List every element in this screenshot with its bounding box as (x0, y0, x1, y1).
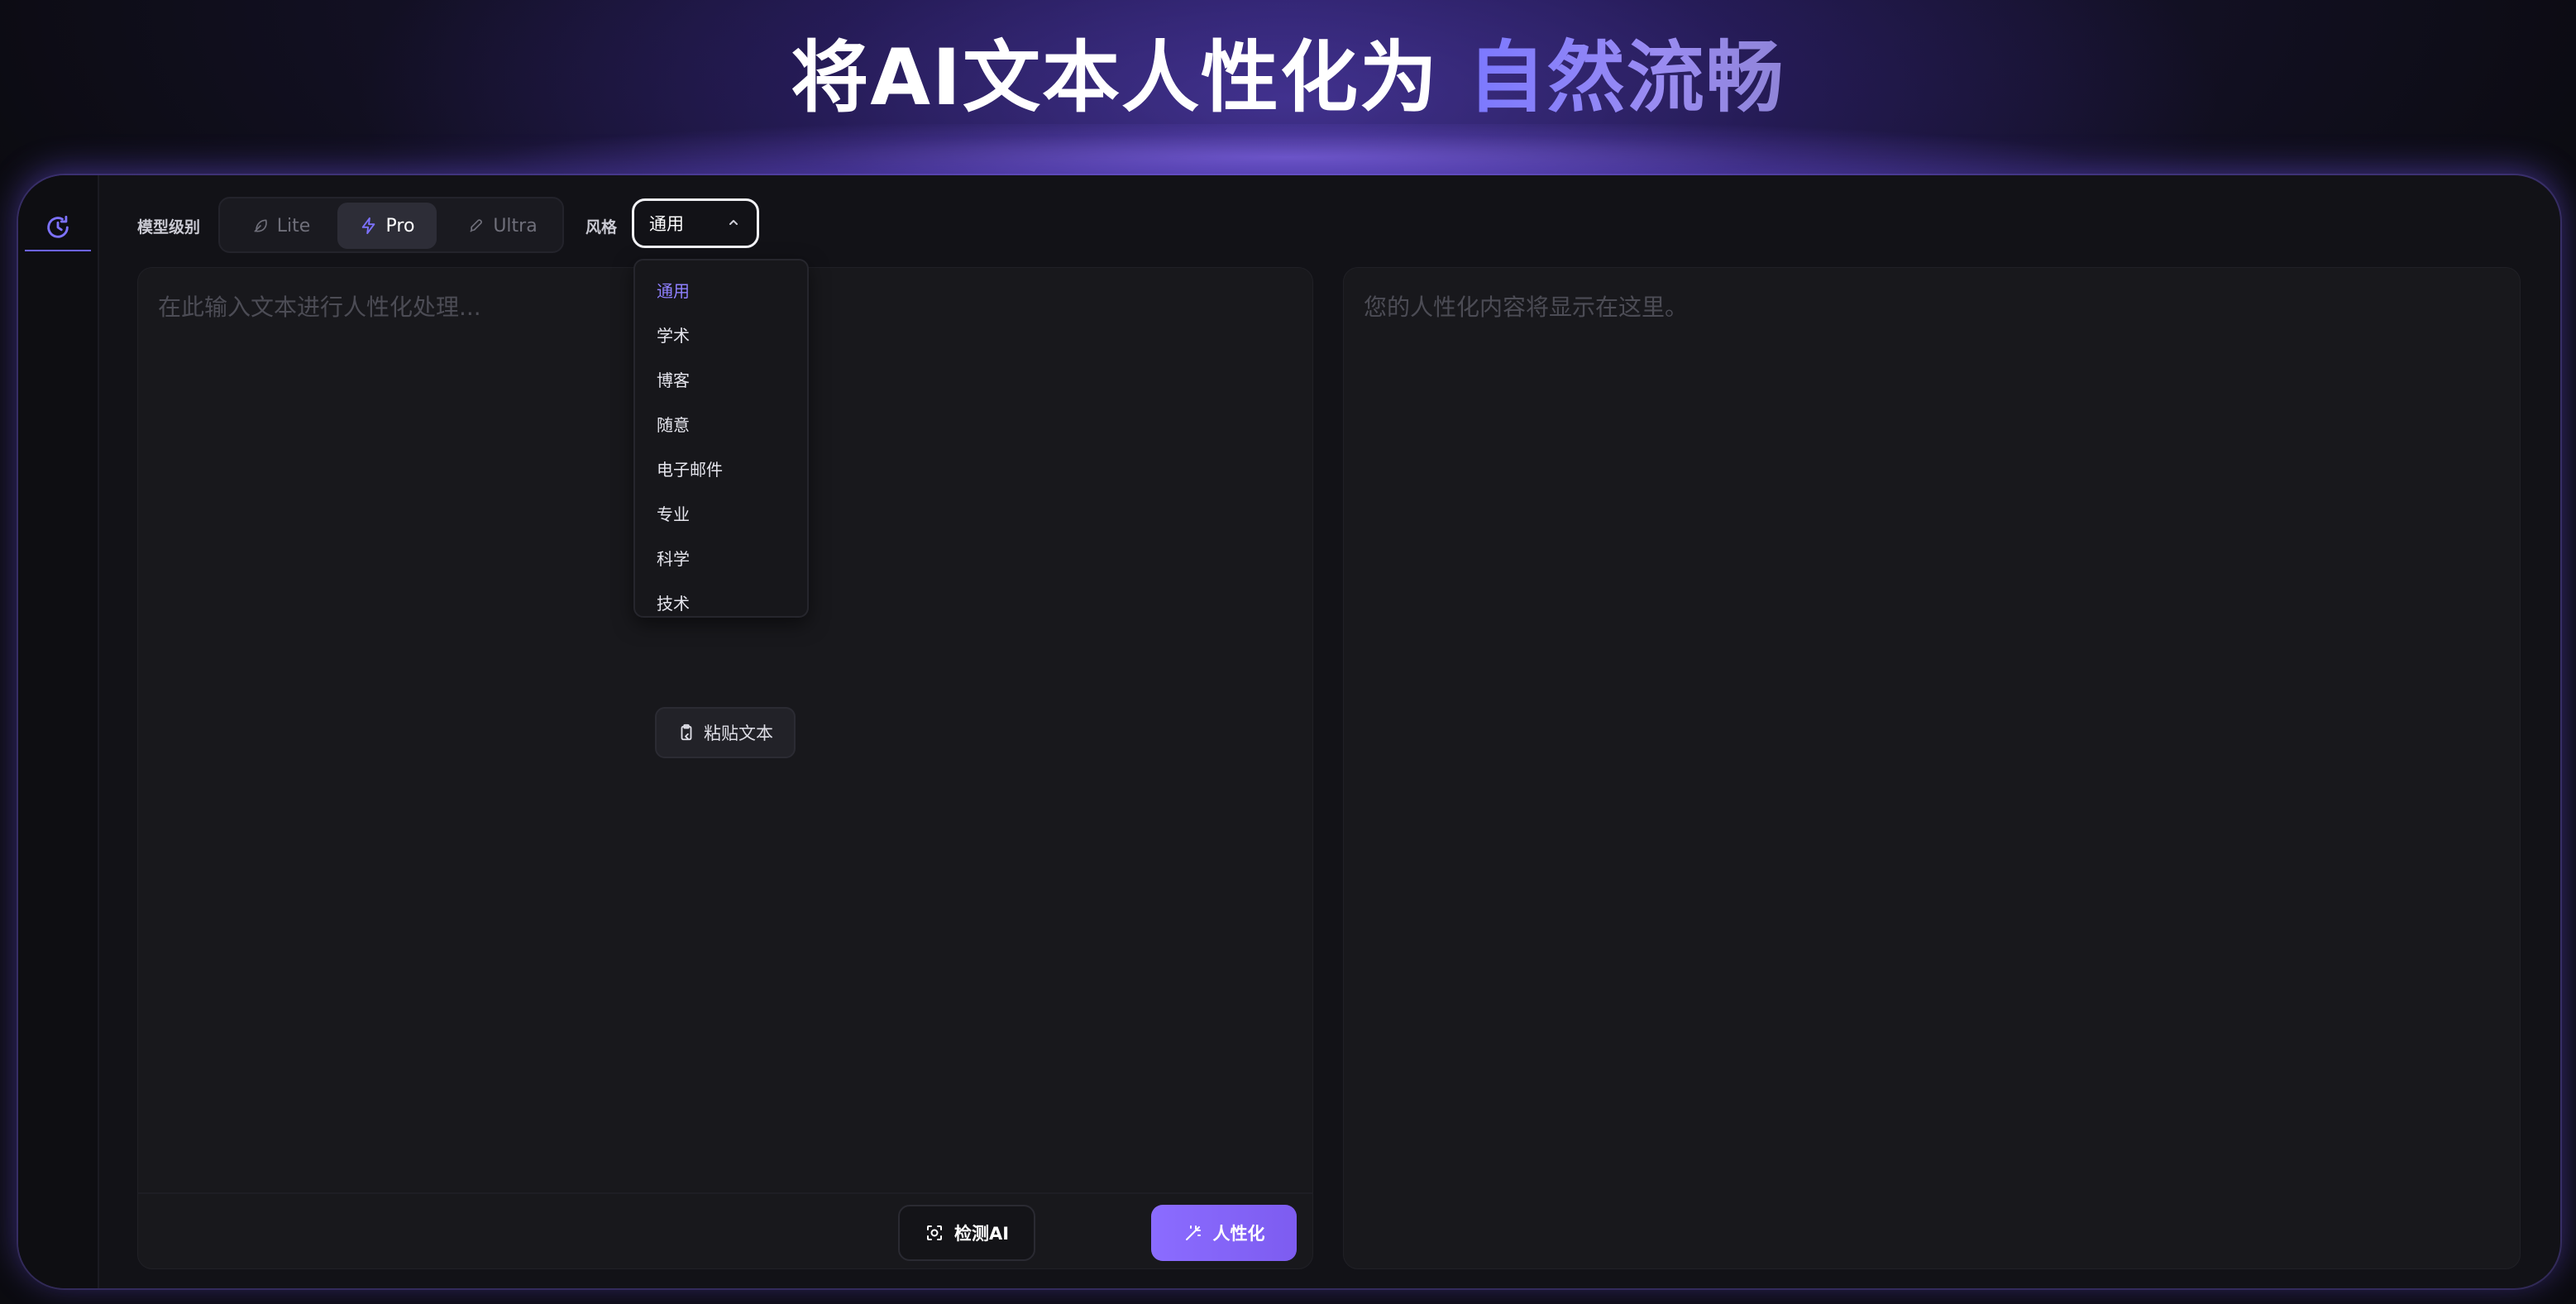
model-level-label: 模型级别 (137, 218, 201, 236)
style-select[interactable]: 通用 (632, 198, 759, 248)
page-title-accent: 自然流畅 (1467, 33, 1785, 123)
lightning-icon (361, 217, 375, 235)
tier-lite-label: Lite (276, 215, 311, 236)
style-option-blog[interactable]: 博客 (635, 356, 807, 401)
humanize-label: 人性化 (1212, 1224, 1265, 1244)
style-option-academic[interactable]: 学术 (635, 312, 807, 356)
humanize-button[interactable]: 人性化 (1151, 1205, 1297, 1261)
page-title: 将AI文本人性化为 自然流畅 (0, 15, 2576, 127)
magic-wand-icon (1185, 1225, 1201, 1240)
style-option-scientific[interactable]: 科学 (635, 535, 807, 580)
tier-ultra-button[interactable]: Ultra (450, 203, 556, 249)
style-option-professional[interactable]: 专业 (635, 490, 807, 535)
output-panel: 您的人性化内容将显示在这里。 (1343, 267, 2521, 1269)
paste-text-button[interactable]: 粘贴文本 (655, 707, 796, 758)
sidebar (18, 175, 99, 1288)
detect-ai-label: 检测AI (953, 1224, 1010, 1244)
tier-pro-button[interactable]: Pro (337, 203, 437, 249)
paste-text-label: 粘贴文本 (704, 724, 773, 743)
page-title-main: 将AI文本人性化为 (791, 33, 1468, 123)
header-glow (0, 124, 2576, 182)
tier-lite-button[interactable]: Lite (235, 203, 327, 249)
history-icon (47, 215, 69, 238)
style-dropdown-menu: 通用 学术 博客 随意 电子邮件 专业 科学 技术 (633, 259, 809, 618)
style-label: 风格 (585, 218, 618, 236)
chevron-up-icon (729, 220, 738, 225)
model-tier-selector: Lite Pro Ultra (218, 197, 564, 253)
style-option-technical[interactable]: 技术 (635, 580, 807, 624)
tier-ultra-label: Ultra (493, 215, 538, 236)
input-panel-footer (138, 1192, 1312, 1268)
style-option-casual[interactable]: 随意 (635, 401, 807, 446)
input-textarea[interactable]: 在此输入文本进行人性化处理... (158, 289, 481, 322)
clipboard-icon (681, 724, 692, 741)
style-select-value: 通用 (649, 214, 684, 234)
detect-ai-button[interactable]: 检测AI (898, 1205, 1035, 1261)
page: 将AI文本人性化为 自然流畅 模型级别 Lite Pro Ultra 风格 通用… (0, 0, 2576, 1304)
history-button[interactable] (25, 205, 91, 251)
rocket-icon (470, 219, 483, 232)
scan-icon (926, 1225, 942, 1240)
style-option-general[interactable]: 通用 (635, 267, 807, 312)
tier-pro-label: Pro (385, 215, 415, 236)
feather-icon (254, 219, 267, 232)
humanizer-app: 模型级别 Lite Pro Ultra 风格 通用 在此输入文本进行人性化处理.… (18, 175, 2560, 1288)
output-placeholder: 您的人性化内容将显示在这里。 (1364, 294, 1689, 321)
style-option-email[interactable]: 电子邮件 (635, 446, 807, 490)
